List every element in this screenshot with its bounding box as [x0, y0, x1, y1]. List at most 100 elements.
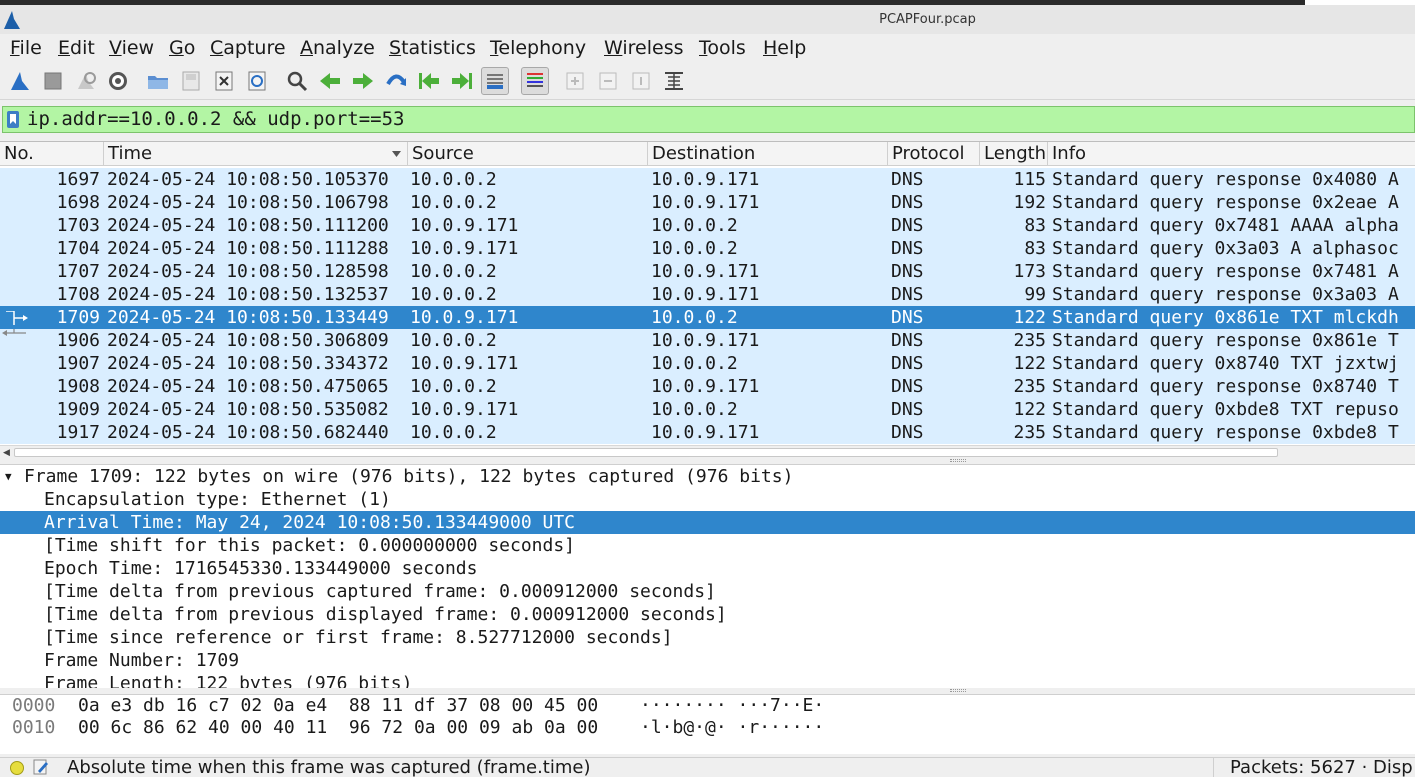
menu-wireless[interactable]: Wireless	[604, 37, 684, 59]
autoscroll-icon[interactable]	[481, 67, 509, 95]
column-header-time[interactable]: Time	[104, 142, 408, 166]
packet-cell-src: 10.0.0.2	[410, 192, 497, 213]
detail-line[interactable]: Epoch Time: 1716545330.133449000 seconds	[0, 557, 1415, 580]
back-arrow-icon[interactable]	[316, 67, 344, 95]
menu-statistics[interactable]: Statistics	[389, 37, 476, 59]
detail-line[interactable]: [Time since reference or first frame: 8.…	[0, 626, 1415, 649]
colorize-icon[interactable]	[521, 67, 549, 95]
packet-row-selected[interactable]: 1709 2024-05-24 10:08:50.133449 10.0.9.171…	[0, 306, 1415, 329]
menu-edit[interactable]: Edit	[58, 37, 95, 59]
column-header-no[interactable]: No.	[0, 142, 104, 166]
column-header-protocol[interactable]: Protocol	[888, 142, 980, 166]
menu-analyze[interactable]: Analyze	[300, 37, 375, 59]
menu-go[interactable]: Go	[169, 37, 195, 59]
last-packet-icon[interactable]	[448, 67, 476, 95]
open-folder-icon[interactable]	[144, 67, 172, 95]
restart-icon[interactable]	[72, 67, 100, 95]
packet-row[interactable]: 1704 2024-05-24 10:08:50.111288 10.0.9.171…	[0, 237, 1415, 260]
window-title: PCAPFour.pcap	[879, 12, 976, 27]
packet-row[interactable]: 1703 2024-05-24 10:08:50.111200 10.0.9.171…	[0, 214, 1415, 237]
resize-columns-icon[interactable]	[660, 67, 688, 95]
packet-cell-len: 192	[1013, 192, 1046, 213]
packet-row[interactable]: 1909 2024-05-24 10:08:50.535082 10.0.9.171…	[0, 398, 1415, 421]
menu-help[interactable]: Help	[763, 37, 806, 59]
byte-ascii[interactable]: ········ ···7··E·	[640, 695, 824, 717]
packet-cell-info: Standard query response 0x4080 A	[1052, 169, 1399, 190]
detail-line[interactable]: Frame Number: 1709	[0, 649, 1415, 672]
packet-row[interactable]: 1906 2024-05-24 10:08:50.306809 10.0.0.2 10…	[0, 329, 1415, 352]
packet-cell-len: 173	[1013, 261, 1046, 282]
packet-row[interactable]: 1907 2024-05-24 10:08:50.334372 10.0.9.171…	[0, 352, 1415, 375]
close-file-icon[interactable]	[210, 67, 238, 95]
column-header-time-label: Time	[108, 143, 153, 164]
expert-info-led-icon[interactable]	[10, 761, 24, 775]
zoom-in-icon[interactable]	[561, 67, 589, 95]
packet-cell-proto: DNS	[891, 330, 924, 351]
byte-hex[interactable]: 00 6c 86 62 40 00 40 11 96 72 0a 00 09 a…	[78, 717, 598, 739]
go-to-packet-icon[interactable]	[382, 67, 410, 95]
packet-row[interactable]: 1698 2024-05-24 10:08:50.106798 10.0.0.2 10…	[0, 191, 1415, 214]
menu-telephony[interactable]: Telephony	[490, 37, 586, 59]
packet-row[interactable]: 1708 2024-05-24 10:08:50.132537 10.0.0.2 10…	[0, 283, 1415, 306]
scroll-left-icon[interactable]: ◀	[3, 448, 10, 458]
detail-line[interactable]: Frame Length: 122 bytes (976 bits)	[0, 672, 1415, 688]
column-header-source[interactable]: Source	[408, 142, 648, 166]
packet-row[interactable]: 1707 2024-05-24 10:08:50.128598 10.0.0.2 10…	[0, 260, 1415, 283]
normal-size-icon[interactable]	[627, 67, 655, 95]
first-packet-icon[interactable]	[415, 67, 443, 95]
column-header-length[interactable]: Length	[980, 142, 1048, 166]
display-filter-bar[interactable]: ip.addr==10.0.0.2 && udp.port==53	[2, 106, 1415, 133]
display-filter-input[interactable]: ip.addr==10.0.0.2 && udp.port==53	[27, 108, 405, 130]
stop-icon[interactable]	[39, 67, 67, 95]
options-gear-icon[interactable]	[104, 67, 132, 95]
packet-cell-len: 235	[1013, 376, 1046, 397]
packet-cell-proto: DNS	[891, 376, 924, 397]
detail-line[interactable]: Encapsulation type: Ethernet (1)	[0, 488, 1415, 511]
forward-arrow-icon[interactable]	[349, 67, 377, 95]
save-file-icon[interactable]	[177, 67, 205, 95]
byte-hex[interactable]: 0a e3 db 16 c7 02 0a e4 88 11 df 37 08 0…	[78, 695, 598, 717]
packet-cell-no: 1707	[56, 261, 100, 282]
packet-cell-len: 99	[1024, 284, 1046, 305]
detail-line-selected[interactable]: Arrival Time: May 24, 2024 10:08:50.1334…	[0, 511, 1415, 534]
detail-line[interactable]: [Time delta from previous displayed fram…	[0, 603, 1415, 626]
related-request-arrow-icon	[6, 311, 28, 325]
detail-line[interactable]: [Time shift for this packet: 0.000000000…	[0, 534, 1415, 557]
menu-file[interactable]: File	[10, 37, 42, 59]
packet-cell-len: 235	[1013, 330, 1046, 351]
filter-bookmark-icon[interactable]	[7, 111, 19, 128]
zoom-out-icon[interactable]	[594, 67, 622, 95]
packet-list[interactable]: No. Time Source Destination Protocol Len…	[0, 141, 1415, 459]
packet-row[interactable]: 1908 2024-05-24 10:08:50.475065 10.0.0.2 10…	[0, 375, 1415, 398]
collapse-arrow-icon[interactable]: ▼	[5, 465, 12, 488]
reload-icon[interactable]	[243, 67, 271, 95]
find-icon[interactable]	[283, 67, 311, 95]
packet-cell-dst: 10.0.9.171	[651, 261, 760, 282]
packet-cell-time: 2024-05-24 10:08:50.111200	[107, 215, 389, 236]
packet-cell-time: 2024-05-24 10:08:50.475065	[107, 376, 389, 397]
menu-view[interactable]: View	[109, 37, 154, 59]
menu-capture[interactable]: Capture	[210, 37, 286, 59]
menu-tools[interactable]: Tools	[699, 37, 746, 59]
byte-offset: 0010	[12, 717, 56, 738]
detail-frame-summary[interactable]: ▼ Frame 1709: 122 bytes on wire (976 bit…	[0, 465, 1415, 488]
column-header-destination[interactable]: Destination	[648, 142, 888, 166]
packet-row[interactable]: 1697 2024-05-24 10:08:50.105370 10.0.0.2 10…	[0, 168, 1415, 191]
column-header-info[interactable]: Info	[1048, 142, 1415, 166]
packet-bytes[interactable]: 0000 0a e3 db 16 c7 02 0a e4 88 11 df 37…	[0, 694, 1415, 754]
edit-comment-icon[interactable]	[33, 759, 49, 775]
packet-cell-proto: DNS	[891, 307, 924, 328]
related-response-arrow-icon	[2, 329, 26, 336]
packets-count: Packets: 5627 · Disp	[1230, 757, 1413, 777]
byte-ascii[interactable]: ·l·b@·@· ·r······	[640, 717, 824, 739]
packet-cell-src: 10.0.0.2	[410, 284, 497, 305]
packet-details[interactable]: ▼ Frame 1709: 122 bytes on wire (976 bit…	[0, 464, 1415, 688]
packet-cell-no: 1704	[56, 238, 100, 259]
shark-fin-icon[interactable]	[6, 67, 34, 95]
scrollbar-thumb[interactable]	[14, 448, 1278, 457]
horizontal-scrollbar[interactable]: ◀	[0, 445, 1415, 459]
packet-cell-src: 10.0.0.2	[410, 422, 497, 443]
packet-row[interactable]: 1917 2024-05-24 10:08:50.682440 10.0.0.2 10…	[0, 421, 1415, 444]
detail-line[interactable]: [Time delta from previous captured frame…	[0, 580, 1415, 603]
packet-cell-time: 2024-05-24 10:08:50.128598	[107, 261, 389, 282]
